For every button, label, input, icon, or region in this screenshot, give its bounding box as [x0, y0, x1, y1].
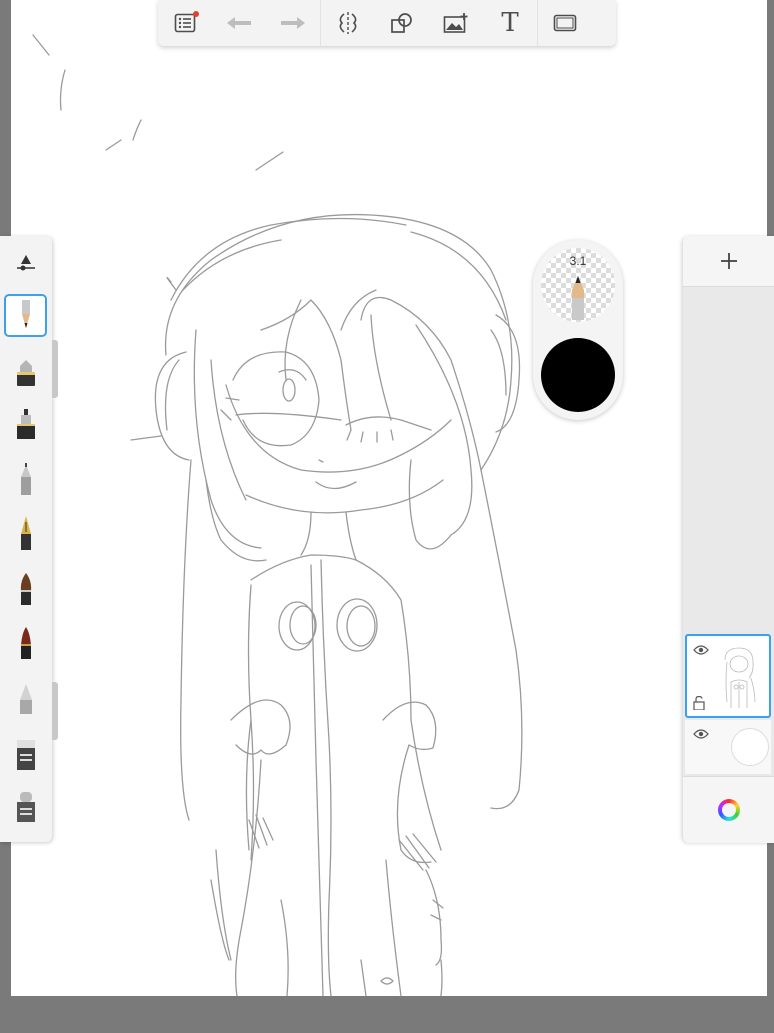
- brush-fountain-pen[interactable]: [4, 512, 47, 554]
- smudge-icon: [16, 792, 35, 822]
- ballpoint-icon: [20, 463, 31, 495]
- brush-size-value: 3.1: [569, 254, 587, 268]
- color-editor-button[interactable]: [683, 776, 774, 843]
- symmetry-button[interactable]: [321, 0, 375, 46]
- add-image-button[interactable]: [429, 0, 483, 46]
- redo-button[interactable]: [266, 0, 320, 46]
- brush-calligraphy[interactable]: [4, 622, 47, 664]
- layer-sketch[interactable]: [685, 634, 771, 718]
- ink-pen-icon: [16, 409, 35, 439]
- layer-thumbnail: [711, 642, 765, 710]
- background-color-swatch[interactable]: [731, 728, 769, 766]
- brush-paintbrush[interactable]: [4, 568, 47, 610]
- brush-marker[interactable]: [4, 352, 47, 394]
- fountain-pen-icon: [20, 516, 31, 550]
- eye-icon[interactable]: [693, 644, 709, 656]
- layer-background[interactable]: [685, 720, 771, 774]
- calligraphy-brush-icon: [20, 627, 31, 659]
- brush-palette: [0, 236, 52, 842]
- brush-pencil[interactable]: [4, 294, 47, 337]
- text-icon: T: [501, 8, 519, 38]
- fullscreen-button[interactable]: [538, 0, 592, 46]
- list-icon: [174, 13, 196, 33]
- brush-size-handle[interactable]: [52, 340, 58, 398]
- brush-puck: 3.1: [533, 240, 623, 420]
- eye-icon[interactable]: [693, 728, 709, 740]
- brush-smudge[interactable]: [4, 786, 47, 828]
- layer-panel: [683, 236, 774, 843]
- size-slider-icon: [16, 255, 35, 271]
- marker-icon: [16, 360, 35, 386]
- brush-size-slider-toggle[interactable]: [4, 242, 47, 284]
- brush-ballpoint[interactable]: [4, 458, 47, 500]
- brush-ink-pen[interactable]: [4, 404, 47, 446]
- color-wheel-icon: [717, 799, 740, 821]
- symmetry-icon: [339, 12, 357, 34]
- drawing-canvas[interactable]: [11, 0, 767, 996]
- brush-opacity-handle[interactable]: [52, 682, 58, 740]
- add-layer-button[interactable]: [683, 236, 774, 287]
- brush-size-control[interactable]: 3.1: [541, 248, 615, 322]
- redo-icon: [281, 17, 305, 29]
- sketch-drawing: [32, 34, 523, 996]
- add-image-icon: [443, 13, 468, 33]
- airbrush-icon: [19, 684, 32, 714]
- notification-badge: [193, 11, 199, 17]
- brush-eraser[interactable]: [4, 734, 47, 776]
- pencil-icon: [21, 299, 30, 328]
- plus-icon: [720, 253, 737, 269]
- undo-button[interactable]: [212, 0, 266, 46]
- shapes-icon: [391, 13, 412, 33]
- current-color-swatch[interactable]: [541, 338, 615, 412]
- eraser-icon: [16, 740, 35, 770]
- fullscreen-icon: [553, 14, 577, 32]
- paintbrush-icon: [20, 573, 31, 605]
- undo-icon: [227, 17, 251, 29]
- shapes-button[interactable]: [375, 0, 429, 46]
- layer-list-button[interactable]: [158, 0, 212, 46]
- text-button[interactable]: T: [483, 0, 537, 46]
- brush-airbrush[interactable]: [4, 678, 47, 720]
- pencil-preview-icon: [572, 276, 584, 320]
- unlock-icon[interactable]: [693, 696, 705, 710]
- top-toolbar: T: [158, 0, 616, 46]
